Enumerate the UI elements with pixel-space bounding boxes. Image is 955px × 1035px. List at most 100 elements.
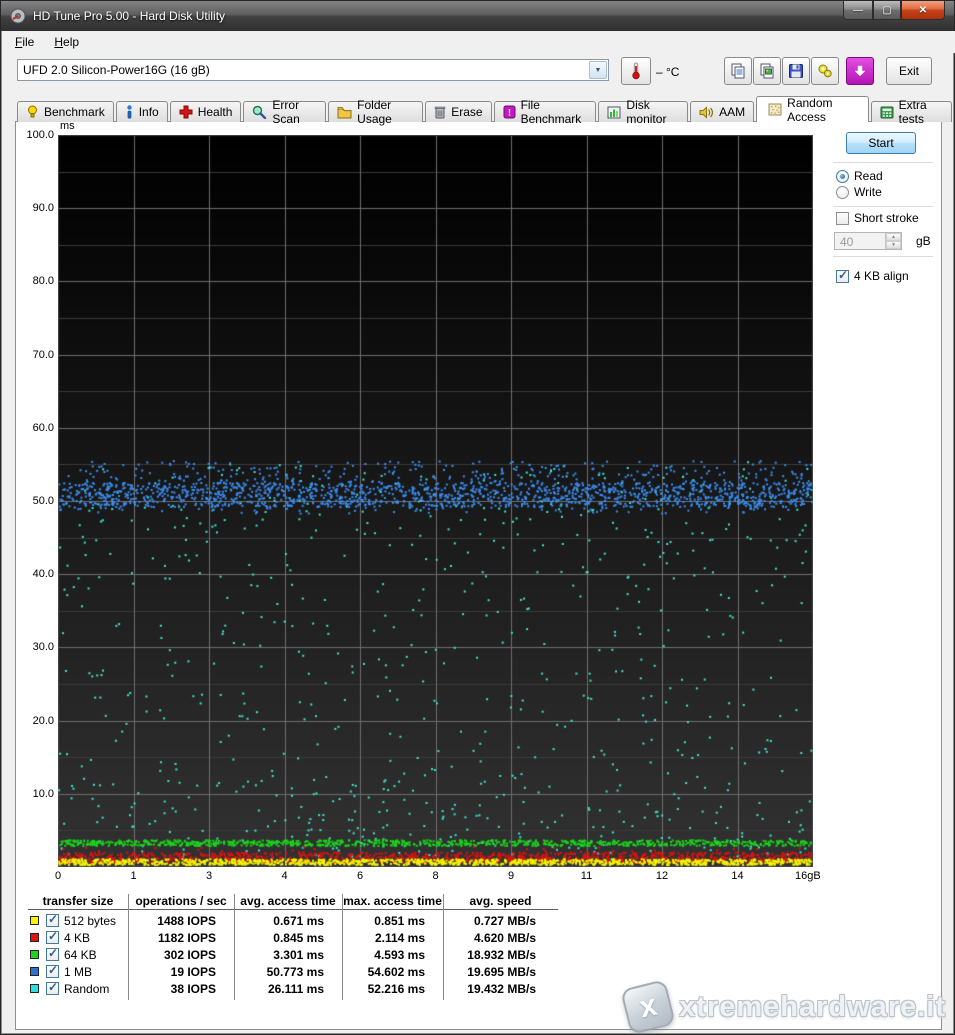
tab-health[interactable]: Health xyxy=(169,101,242,122)
series-visibility-checkbox[interactable] xyxy=(46,912,59,927)
drive-selector-value: UFD 2.0 Silicon-Power16G (16 gB) xyxy=(23,63,210,77)
start-button[interactable]: Start xyxy=(846,132,916,154)
benchmark-icon xyxy=(26,105,39,119)
tab-label: Folder Usage xyxy=(357,98,392,126)
transfer-size-label: 512 bytes xyxy=(64,914,117,928)
table-header: transfer size xyxy=(42,894,114,908)
kb-align-option[interactable]: 4 KB align xyxy=(836,268,909,283)
table-row: 64 KB 302 IOPS 3.301 ms 4.593 ms 18.932 MB/s xyxy=(1,946,561,964)
tab-benchmark[interactable]: Benchmark xyxy=(17,101,114,122)
tab-extra-tests[interactable]: Extra tests xyxy=(870,98,952,126)
series-visibility-checkbox[interactable] xyxy=(46,963,59,978)
tab-error-scan[interactable]: Error Scan xyxy=(243,98,327,126)
transfer-size-label: 1 MB xyxy=(64,965,93,979)
random-access-icon xyxy=(768,103,782,116)
transfer-size-label: 4 KB xyxy=(64,931,91,945)
stepper-up-icon[interactable]: ▲ xyxy=(886,233,901,241)
temperature-label: – °C xyxy=(656,65,680,79)
short-stroke-checkbox[interactable] xyxy=(836,211,849,225)
ops-value: 19 IOPS xyxy=(170,965,216,979)
copy-image-icon xyxy=(760,63,774,79)
window-title: HD Tune Pro 5.00 - Hard Disk Utility xyxy=(33,9,226,23)
table-row: Random 38 IOPS 26.111 ms 52.216 ms 19.432 MB… xyxy=(1,980,561,998)
tab-label: Erase xyxy=(451,105,483,119)
tab-label: Health xyxy=(197,105,233,119)
separator xyxy=(833,162,933,163)
maximize-button[interactable]: ▢ xyxy=(873,1,901,20)
tab-file-benchmark[interactable]: ! File Benchmark xyxy=(493,98,597,126)
speed-value: 0.727 MB/s xyxy=(473,914,536,928)
disk-monitor-icon xyxy=(607,106,621,119)
x-tick-label: 12 xyxy=(655,870,669,882)
drive-selector[interactable]: UFD 2.0 Silicon-Power16G (16 gB) ▼ xyxy=(17,59,609,81)
x-tick-label: 11 xyxy=(580,870,593,882)
folder-usage-icon xyxy=(337,106,352,119)
series-color-swatch xyxy=(30,984,39,993)
write-radio[interactable] xyxy=(836,185,849,199)
y-tick-label: 40.0 xyxy=(32,568,54,581)
health-icon xyxy=(179,105,193,119)
read-radio[interactable] xyxy=(836,169,849,183)
short-stroke-option[interactable]: Short stroke xyxy=(836,211,919,225)
y-tick-label: 30.0 xyxy=(32,641,54,654)
avg-value: 50.773 ms xyxy=(266,965,324,979)
tab-disk-monitor[interactable]: Disk monitor xyxy=(598,98,689,126)
x-tick-label: 1 xyxy=(130,870,137,882)
kb-align-checkbox[interactable] xyxy=(836,268,849,283)
options-gears-icon xyxy=(818,64,832,78)
kb-align-label: 4 KB align xyxy=(854,269,909,283)
stroke-size-unit-label: gB xyxy=(916,234,931,248)
table-header: avg. access time xyxy=(240,894,336,908)
avg-value: 3.301 ms xyxy=(273,948,324,962)
x-tick-label: 0 xyxy=(54,870,62,882)
menu-bar: File Help xyxy=(2,31,955,53)
tab-label: Info xyxy=(138,105,159,119)
minimize-button[interactable]: — xyxy=(843,1,873,20)
write-option[interactable]: Write xyxy=(836,185,882,199)
tab-strip: Benchmark Info Health Error Scan Folder Usag… xyxy=(17,96,954,126)
watermark: x xtremehardware.it xyxy=(620,979,946,1035)
series-color-swatch xyxy=(30,916,39,925)
x-tick-label: 6 xyxy=(356,870,364,882)
random-access-scatter-plot xyxy=(58,135,813,867)
y-tick-label: 80.0 xyxy=(32,275,54,288)
save-icon xyxy=(789,64,803,78)
copy-image-button[interactable] xyxy=(753,57,781,85)
table-header: avg. speed xyxy=(469,894,532,908)
tab-label: Disk monitor xyxy=(626,98,667,126)
tab-erase[interactable]: Erase xyxy=(425,101,492,122)
series-visibility-checkbox[interactable] xyxy=(46,980,59,995)
transfer-size-label: Random xyxy=(64,982,110,996)
separator xyxy=(833,206,933,207)
tab-folder-usage[interactable]: Folder Usage xyxy=(328,98,424,126)
read-option[interactable]: Read xyxy=(836,169,883,183)
x-tick-label: 3 xyxy=(205,870,213,882)
series-visibility-checkbox[interactable] xyxy=(46,946,59,961)
transfer-size-label: 64 KB xyxy=(64,948,97,962)
options-button[interactable] xyxy=(811,57,839,85)
temperature-button[interactable] xyxy=(621,57,651,85)
x-tick-label: 4 xyxy=(281,870,288,882)
copy-text-button[interactable] xyxy=(724,57,752,85)
download-button[interactable] xyxy=(846,57,874,85)
speed-value: 4.620 MB/s xyxy=(473,931,536,945)
save-button[interactable] xyxy=(782,57,810,85)
series-visibility-checkbox[interactable] xyxy=(46,929,59,944)
close-button[interactable]: ✕ xyxy=(901,1,945,20)
stroke-size-stepper[interactable]: 40 ▲ ▼ xyxy=(834,232,902,250)
tab-random-access[interactable]: Random Access xyxy=(756,96,869,124)
avg-value: 0.845 ms xyxy=(273,931,324,945)
menu-help[interactable]: Help xyxy=(47,32,86,52)
exit-button[interactable]: Exit xyxy=(886,57,932,85)
copy-text-icon xyxy=(731,63,745,79)
tab-info[interactable]: Info xyxy=(115,101,168,122)
stepper-down-icon[interactable]: ▼ xyxy=(886,241,901,249)
menu-file[interactable]: File xyxy=(8,32,41,52)
tab-aam[interactable]: AAM xyxy=(690,101,755,122)
x-tick-label: 8 xyxy=(432,870,439,882)
tab-label: Benchmark xyxy=(44,105,105,119)
max-value: 0.851 ms xyxy=(374,914,425,928)
extra-tests-icon xyxy=(880,106,894,119)
ops-value: 302 IOPS xyxy=(163,948,216,962)
ops-value: 38 IOPS xyxy=(170,982,216,996)
